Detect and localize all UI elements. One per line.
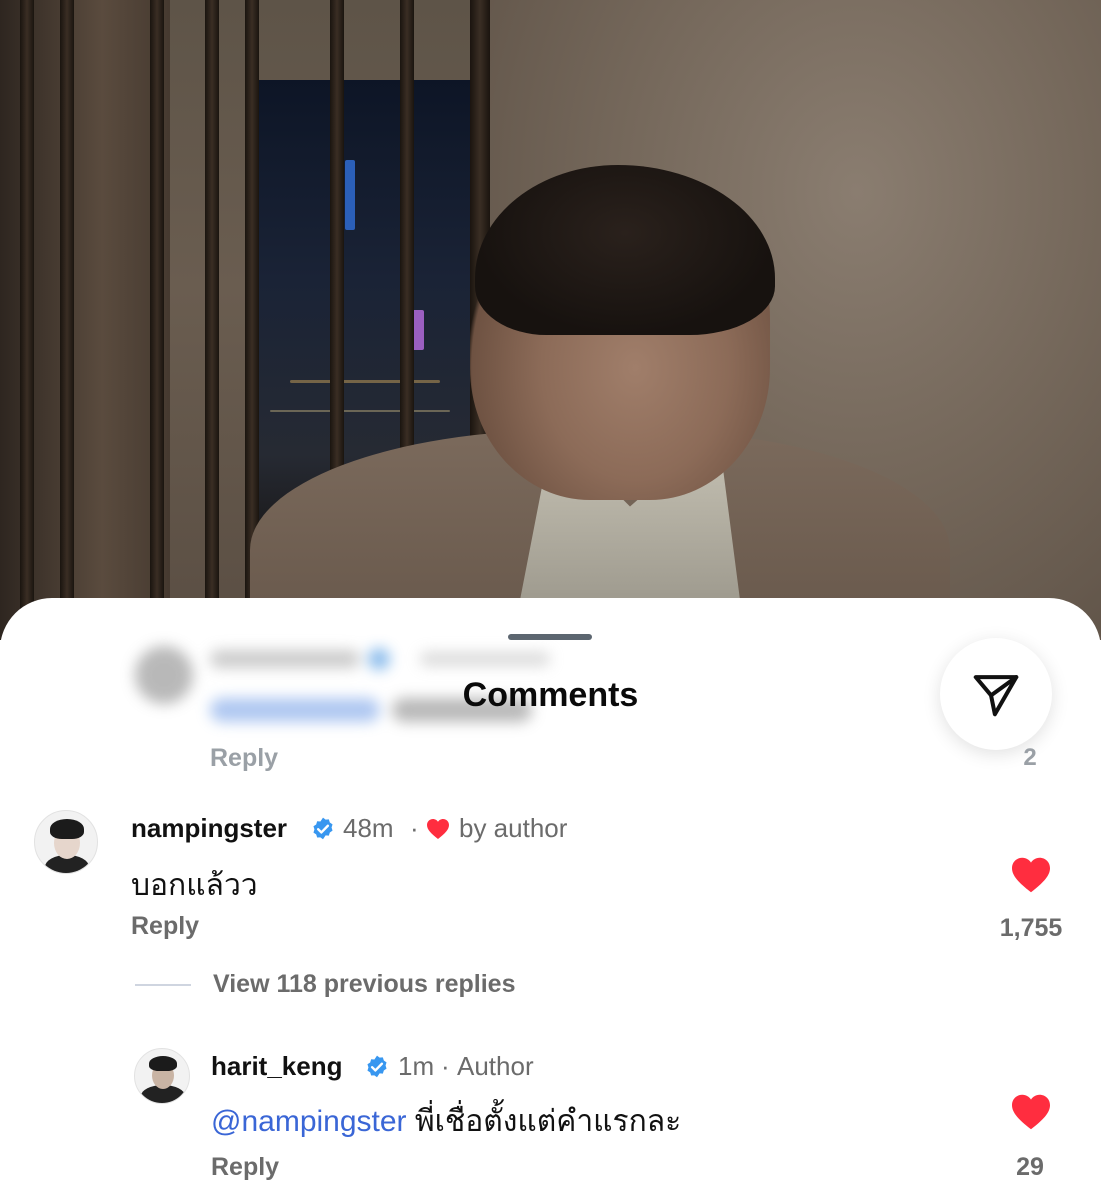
comment-username[interactable]: nampingster [131, 813, 287, 844]
photo-slat [60, 0, 74, 640]
previous-comment-reply-link[interactable]: Reply [210, 744, 278, 773]
reply-like-count: 29 [1016, 1153, 1044, 1181]
comments-sheet: Comments Reply 2 nampingster 48m · by au… [0, 598, 1101, 1200]
heart-filled-icon[interactable] [1010, 856, 1052, 894]
by-author-badge: by author [459, 813, 568, 843]
share-button[interactable] [940, 638, 1052, 750]
reply-text-body: พี่เชื่อตั้งแต่คำแรกละ [414, 1105, 682, 1138]
photo-slat [150, 0, 164, 640]
reply-username[interactable]: harit_keng [211, 1051, 343, 1082]
view-previous-replies-button[interactable]: View 118 previous replies [213, 970, 516, 999]
verified-badge-icon [367, 1055, 387, 1078]
comment-like-count: 1,755 [999, 914, 1063, 942]
previous-comment-like-count: 2 [1023, 744, 1037, 771]
photo-slat [20, 0, 34, 640]
meta-separator: · [410, 813, 419, 843]
avatar[interactable] [34, 810, 98, 874]
verified-badge-icon [313, 817, 333, 840]
heart-filled-icon[interactable] [1010, 1093, 1052, 1131]
avatar[interactable] [134, 1048, 190, 1104]
meta-separator: · [441, 1051, 450, 1081]
heart-filled-icon [427, 819, 449, 839]
photo-slat [205, 0, 219, 640]
thread-line [135, 984, 191, 986]
share-paper-plane-icon [973, 675, 1019, 717]
comment-timestamp: 48m [343, 813, 394, 843]
author-badge: Author [457, 1051, 534, 1081]
background-photo [0, 0, 1101, 640]
comment-text: บอกแล้วว [131, 869, 258, 902]
reply-reply-link[interactable]: Reply [211, 1153, 279, 1182]
reply-timestamp: 1m [398, 1051, 435, 1081]
reply-text: @nampingster พี่เชื่อตั้งแต่คำแรกละ [211, 1098, 681, 1145]
comment-reply-link[interactable]: Reply [131, 912, 199, 941]
sheet-title: Comments [462, 676, 639, 714]
reply-mention-link[interactable]: @nampingster [211, 1105, 407, 1138]
